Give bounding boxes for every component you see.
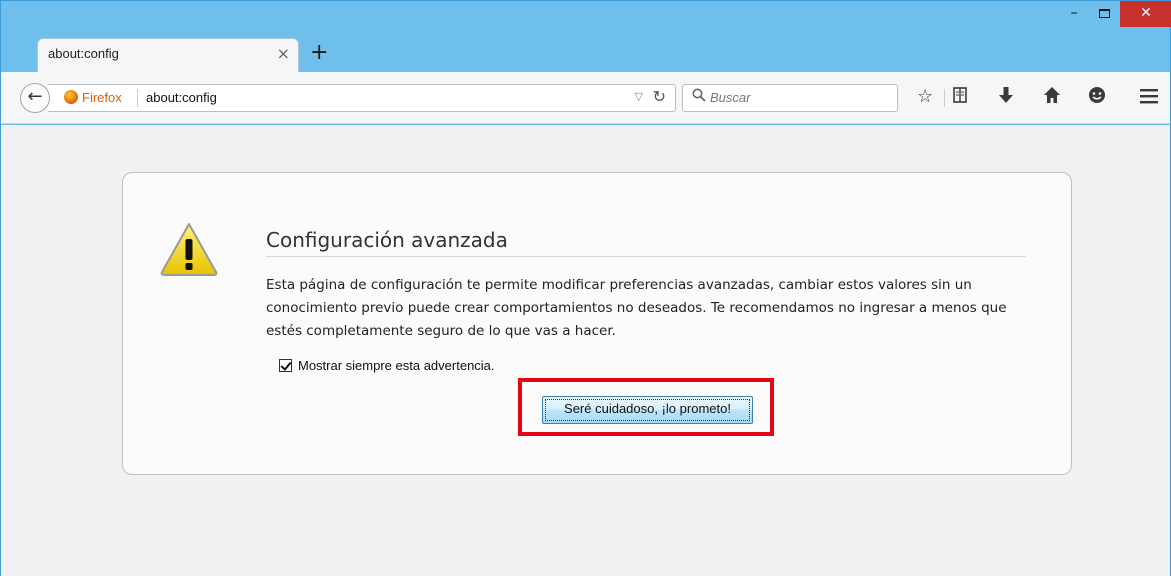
warning-description: Esta página de configuración te permite … <box>266 277 1007 339</box>
identity-label: Firefox <box>82 90 122 105</box>
reload-icon[interactable]: ↻ <box>653 87 666 106</box>
search-icon[interactable] <box>692 88 706 106</box>
reading-list-icon[interactable] <box>951 86 969 110</box>
toolbar-separator <box>944 89 945 107</box>
url-bar[interactable]: Firefox about:config ▽ ↻ <box>48 84 676 112</box>
hello-icon[interactable] <box>1088 86 1106 110</box>
url-text[interactable]: about:config <box>146 90 217 105</box>
url-history-dropdown-icon[interactable]: ▽ <box>635 90 643 103</box>
maximize-button[interactable] <box>1090 1 1118 27</box>
site-identity[interactable]: Firefox <box>64 90 122 105</box>
close-tab-icon[interactable]: × <box>277 44 290 64</box>
menu-icon[interactable] <box>1140 86 1158 108</box>
warning-card: Configuración avanzada Esta página de co… <box>122 172 1072 475</box>
accept-risk-button[interactable]: Seré cuidadoso, ¡lo prometo! <box>542 396 753 424</box>
maximize-icon <box>1098 9 1110 18</box>
navigation-toolbar: Firefox about:config ▽ ↻ ← Buscar ☆ <box>1 72 1170 124</box>
back-button[interactable]: ← <box>20 83 50 113</box>
tab-about-config[interactable]: about:config × <box>37 38 299 72</box>
warning-icon <box>159 221 219 277</box>
page-content: Configuración avanzada Esta página de co… <box>1 125 1170 576</box>
minimize-button[interactable]: – <box>1060 1 1088 27</box>
search-placeholder: Buscar <box>710 90 751 105</box>
show-warning-checkbox[interactable] <box>279 359 292 372</box>
new-tab-button[interactable]: + <box>310 41 328 65</box>
back-icon: ← <box>27 86 43 107</box>
tab-title: about:config <box>48 46 119 61</box>
home-icon[interactable] <box>1043 86 1061 110</box>
page-title: Configuración avanzada <box>266 228 1026 257</box>
firefox-logo-icon <box>64 90 78 104</box>
search-bar[interactable]: Buscar <box>682 84 898 112</box>
checkbox-label: Mostrar siempre esta advertencia. <box>298 358 495 373</box>
close-window-button[interactable]: ✕ <box>1120 1 1171 27</box>
show-warning-checkbox-row[interactable]: Mostrar siempre esta advertencia. <box>279 358 495 374</box>
focus-ring <box>545 399 750 421</box>
download-icon[interactable] <box>998 86 1014 110</box>
bookmark-star-icon[interactable]: ☆ <box>917 86 933 108</box>
tab-strip: about:config × + – ✕ <box>1 1 1171 73</box>
browser-window: about:config × + – ✕ Firefox about:confi… <box>0 0 1171 576</box>
identity-separator <box>137 89 138 107</box>
